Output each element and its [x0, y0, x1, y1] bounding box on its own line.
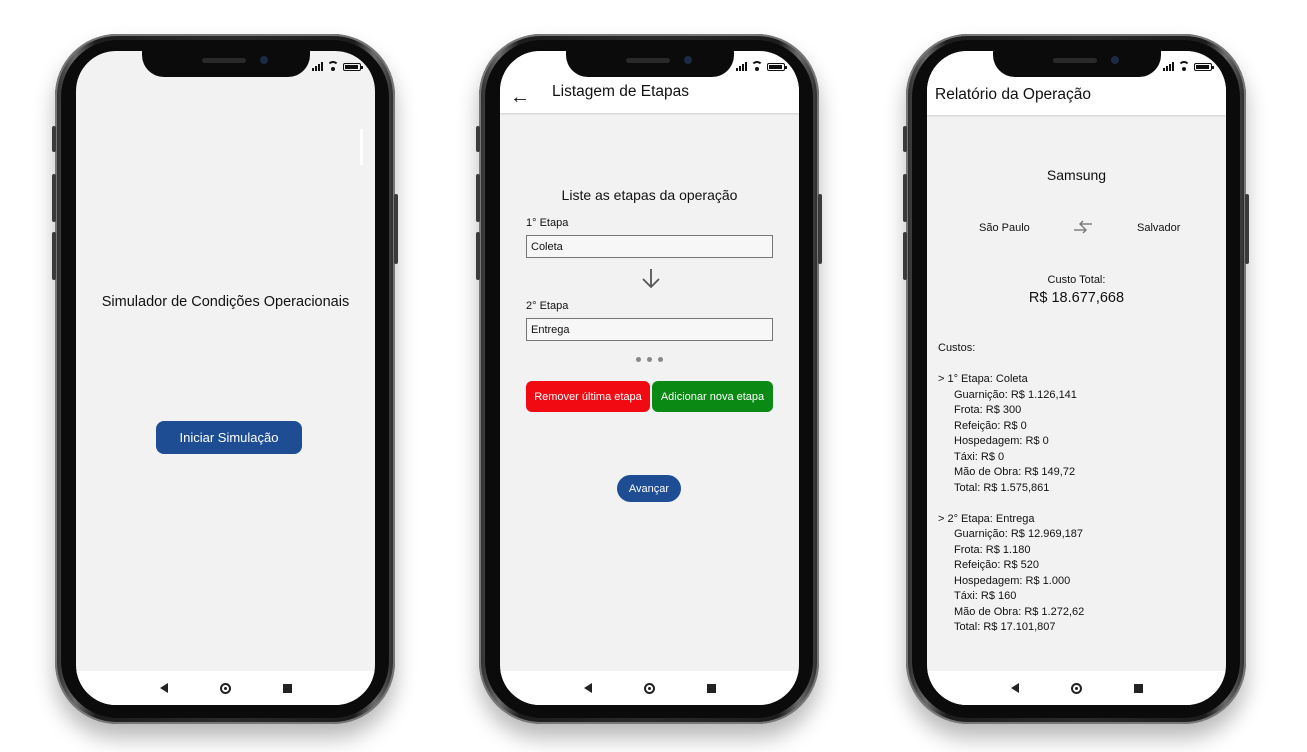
stages-prompt: Liste as etapas da operação [561, 187, 738, 203]
stage1-line: Hospedagem: R$ 0 [954, 435, 1049, 447]
notch [566, 51, 734, 77]
android-nav-bar [76, 671, 375, 705]
circle-home-icon[interactable] [643, 682, 655, 694]
route-destination: Salvador [1137, 222, 1181, 234]
stage1-line: Total: R$ 1.575,861 [954, 481, 1050, 494]
start-simulation-button[interactable]: Iniciar Simulação [156, 421, 302, 454]
stage2-label: 2° Etapa [526, 300, 569, 312]
arrow-down-icon [642, 269, 660, 289]
next-button[interactable]: Avançar [617, 475, 681, 502]
android-nav-bar [500, 671, 799, 705]
stage1-line: Frota: R$ 300 [954, 404, 1022, 416]
remove-stage-button[interactable]: Remover última etapa [526, 381, 650, 412]
stage1-line: Mão de Obra: R$ 149,72 [954, 466, 1076, 478]
swap-arrows-icon [1074, 220, 1092, 234]
status-bar [312, 61, 363, 71]
phone-report: Relatório da Operação Samsung São Paulo … [903, 34, 1249, 724]
square-recent-icon[interactable] [282, 683, 292, 693]
stage2-line: Guarnição: R$ 12.969,187 [954, 528, 1084, 540]
stage2-line: Hospedagem: R$ 1.000 [954, 574, 1071, 587]
report-screen: Relatório da Operação Samsung São Paulo … [927, 51, 1226, 705]
square-recent-icon[interactable] [706, 683, 716, 693]
route-origin: São Paulo [979, 222, 1030, 234]
total-cost-label: Custo Total: [1047, 274, 1106, 286]
phone-stages: ← Listagem de Etapas Liste as etapas da … [476, 34, 822, 724]
stage2-line: Total: R$ 17.101,807 [954, 621, 1056, 633]
company-name: Samsung [1046, 167, 1107, 183]
page-title: Relatório da Operação [935, 86, 1091, 103]
total-cost-value: R$ 18.677,668 [1028, 290, 1125, 306]
notch [142, 51, 310, 77]
cost-report: Custos: > 1° Etapa: Coleta Guarnição: R$… [938, 341, 1084, 636]
arrow-left-icon[interactable]: ← [510, 87, 530, 107]
wifi-icon [751, 61, 763, 71]
battery-icon [767, 63, 787, 71]
stage2-field[interactable] [526, 318, 773, 341]
circle-home-icon[interactable] [219, 682, 231, 694]
costs-heading: Custos: [938, 342, 976, 354]
wifi-icon [1178, 61, 1190, 71]
triangle-back-icon[interactable] [1010, 683, 1019, 693]
app-title: Simulador de Condições Operacionais [101, 294, 350, 310]
stage2-header: > 2° Etapa: Entrega [938, 512, 1035, 525]
scrollbar[interactable] [360, 129, 363, 165]
stage1-field[interactable] [526, 235, 773, 258]
stage1-line: Refeição: R$ 0 [954, 419, 1027, 432]
status-bar [1163, 61, 1214, 71]
circle-home-icon[interactable] [1070, 682, 1082, 694]
page-title: Listagem de Etapas [552, 83, 690, 100]
signal-icon [312, 61, 323, 71]
signal-icon [736, 61, 747, 71]
stage2-line: Frota: R$ 1.180 [954, 543, 1031, 556]
triangle-back-icon[interactable] [583, 683, 592, 693]
battery-icon [343, 63, 363, 71]
status-bar [736, 61, 787, 71]
wifi-icon [327, 61, 339, 71]
home-screen: Simulador de Condições Operacionais Inic… [76, 51, 375, 705]
more-dots-icon [500, 357, 799, 362]
signal-icon [1163, 61, 1174, 71]
square-recent-icon[interactable] [1133, 683, 1143, 693]
stage2-line: Refeição: R$ 520 [954, 559, 1039, 571]
phone-home: Simulador de Condições Operacionais Inic… [52, 34, 398, 724]
stages-screen: ← Listagem de Etapas Liste as etapas da … [500, 51, 799, 705]
add-stage-button[interactable]: Adicionar nova etapa [652, 381, 773, 412]
android-nav-bar [927, 671, 1226, 705]
battery-icon [1194, 63, 1214, 71]
stage1-header: > 1° Etapa: Coleta [938, 373, 1028, 385]
notch [993, 51, 1161, 77]
triangle-back-icon[interactable] [159, 683, 168, 693]
stage1-line: Guarnição: R$ 1.126,141 [954, 388, 1077, 401]
stage1-label: 1° Etapa [526, 217, 569, 229]
stage2-line: Mão de Obra: R$ 1.272,62 [954, 605, 1085, 618]
stage2-line: Táxi: R$ 160 [954, 590, 1017, 602]
stage1-line: Táxi: R$ 0 [954, 450, 1005, 463]
